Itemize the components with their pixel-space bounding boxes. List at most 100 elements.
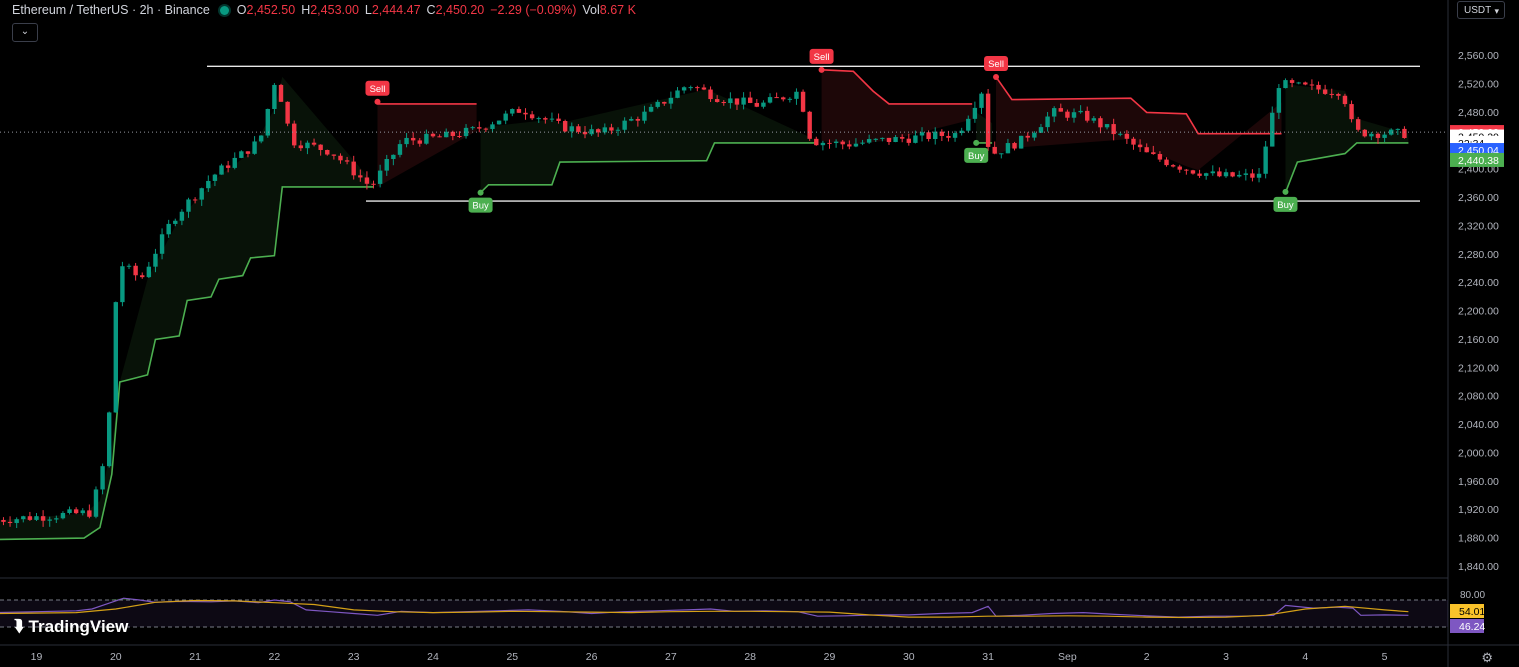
open-label: O <box>236 3 247 17</box>
x-tick-label: 27 <box>665 651 677 663</box>
candle-up <box>166 223 171 235</box>
candle-down <box>807 111 812 139</box>
candle-down <box>609 127 614 131</box>
price-chart[interactable]: 2,560.002,520.002,480.002,440.002,400.00… <box>0 0 1519 667</box>
candle-up <box>589 129 594 135</box>
candle-up <box>767 97 773 103</box>
candle-up <box>1263 146 1268 174</box>
candle-down <box>543 118 548 120</box>
candle-up <box>113 302 118 413</box>
candle-up <box>80 510 85 514</box>
candle-down <box>906 138 911 143</box>
candle-up <box>265 108 270 136</box>
y-tick-label: 2,240.00 <box>1458 277 1499 289</box>
candle-down <box>992 146 997 154</box>
candle-down <box>318 144 323 151</box>
candle-down <box>1164 159 1169 166</box>
sell-signal-dot <box>993 73 1000 80</box>
candle-up <box>833 141 839 144</box>
candle-down <box>292 123 297 146</box>
high-value: 2,453.00 <box>310 3 359 17</box>
candle-up <box>252 141 257 154</box>
candle-up <box>212 174 218 181</box>
sell-signal-label: Sell <box>988 59 1004 70</box>
sell-signal-label: Sell <box>814 52 830 63</box>
candle-up <box>1071 112 1077 118</box>
x-tick-label: 31 <box>982 651 994 663</box>
candle-up <box>655 101 660 107</box>
candle-down <box>708 89 713 100</box>
tradingview-logo[interactable]: ⮯ TradingView <box>14 617 128 637</box>
x-tick-label: 20 <box>110 651 122 663</box>
rsi-axis-badge-text: 54.01 <box>1459 606 1485 618</box>
candle-down <box>1085 110 1090 121</box>
candle-down <box>1349 104 1354 120</box>
y-tick-label: 1,840.00 <box>1458 561 1499 573</box>
candle-up <box>1382 134 1387 138</box>
candle-up <box>549 118 555 120</box>
candle-up <box>219 165 224 175</box>
candle-down <box>814 138 819 146</box>
candle-down <box>351 161 356 176</box>
candle-up <box>503 113 508 121</box>
supertrend-down-fill <box>377 103 477 187</box>
candle-down <box>1289 80 1295 83</box>
candle-down <box>1170 165 1176 167</box>
candle-down <box>298 145 304 149</box>
candle-up <box>186 199 191 212</box>
symbol-title[interactable]: Ethereum / TetherUS · 2h · Binance <box>12 3 210 17</box>
candle-up <box>179 211 185 221</box>
candle-up <box>159 234 165 254</box>
candle-up <box>820 142 826 146</box>
candle-down <box>410 137 416 141</box>
candle-up <box>1005 143 1011 154</box>
candle-down <box>477 127 482 129</box>
supertrend-down-fill <box>996 76 1282 171</box>
currency-selector[interactable]: USDT ▾ <box>1457 1 1505 19</box>
candle-down <box>1250 173 1255 178</box>
candle-down <box>1098 118 1103 128</box>
buy-signal-label: Buy <box>1277 200 1294 211</box>
candle-up <box>1296 82 1301 84</box>
candle-down <box>695 87 700 89</box>
candle-up <box>622 120 627 130</box>
rsi-band-fill <box>0 600 1448 627</box>
y-tick-label: 1,880.00 <box>1458 533 1499 545</box>
candle-down <box>1111 124 1116 135</box>
candle-down <box>847 144 852 147</box>
candle-down <box>576 126 581 132</box>
candle-down <box>1230 172 1235 177</box>
change-value: −2.29 (−0.09%) <box>490 3 577 17</box>
rsi-upper-tick: 80.00 <box>1460 590 1485 601</box>
candle-up <box>510 109 515 114</box>
candle-down <box>1336 94 1341 96</box>
candle-down <box>886 137 892 143</box>
supertrend-up-fill <box>0 76 374 540</box>
buy-signal-dot <box>973 139 980 146</box>
y-tick-label: 1,960.00 <box>1458 476 1499 488</box>
candle-up <box>966 118 971 131</box>
close-value: 2,450.20 <box>435 3 485 17</box>
settings-gear-icon[interactable]: ⚙ <box>1481 650 1493 666</box>
candle-down <box>7 521 13 524</box>
candle-down <box>1058 108 1063 112</box>
candle-up <box>1395 128 1401 130</box>
candle-down <box>1197 173 1202 176</box>
candle-up <box>21 516 26 520</box>
x-tick-label: 24 <box>427 651 439 663</box>
x-tick-label: 22 <box>269 651 281 663</box>
collapse-legend-button[interactable]: ⌄ <box>12 23 38 42</box>
candle-up <box>853 143 859 147</box>
candle-up <box>93 489 99 517</box>
candle-up <box>629 119 634 121</box>
candle-up <box>424 133 429 144</box>
candle-down <box>721 101 726 104</box>
buy-signal-label: Buy <box>472 201 489 212</box>
candle-down <box>325 150 330 155</box>
candle-down <box>133 265 138 276</box>
candle-up <box>741 97 746 105</box>
candle-up <box>787 98 793 100</box>
x-tick-label: 3 <box>1223 651 1229 663</box>
candle-up <box>536 118 541 120</box>
candle-down <box>1177 166 1182 170</box>
